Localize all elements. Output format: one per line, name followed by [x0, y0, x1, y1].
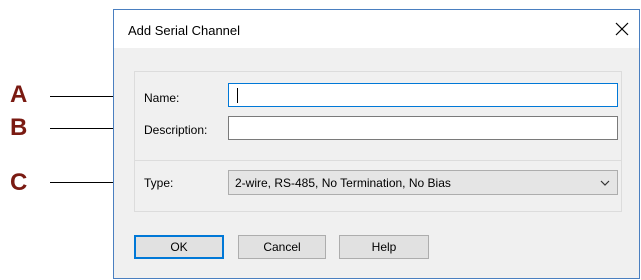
type-label: Type: — [144, 176, 174, 190]
text-caret — [237, 88, 238, 103]
ok-button[interactable]: OK — [134, 235, 224, 259]
description-label: Description: — [144, 123, 208, 137]
type-select[interactable]: 2-wire, RS-485, No Termination, No Bias — [228, 170, 618, 195]
dialog-title: Add Serial Channel — [128, 23, 241, 38]
callout-letter-b: B — [10, 114, 28, 141]
add-serial-channel-dialog: Add Serial Channel Name: Description: Ty… — [113, 9, 640, 279]
description-input[interactable] — [228, 116, 618, 140]
type-select-value: 2-wire, RS-485, No Termination, No Bias — [235, 176, 451, 190]
dialog-titlebar[interactable]: Add Serial Channel — [114, 10, 639, 48]
chevron-down-icon — [600, 180, 610, 186]
name-label: Name: — [144, 91, 180, 105]
close-icon[interactable] — [611, 18, 633, 40]
cancel-button[interactable]: Cancel — [238, 235, 326, 259]
help-button[interactable]: Help — [339, 235, 429, 259]
name-input[interactable] — [228, 83, 618, 107]
callout-letter-a: A — [10, 81, 28, 108]
group-separator — [134, 160, 622, 161]
callout-letter-c: C — [10, 169, 28, 196]
